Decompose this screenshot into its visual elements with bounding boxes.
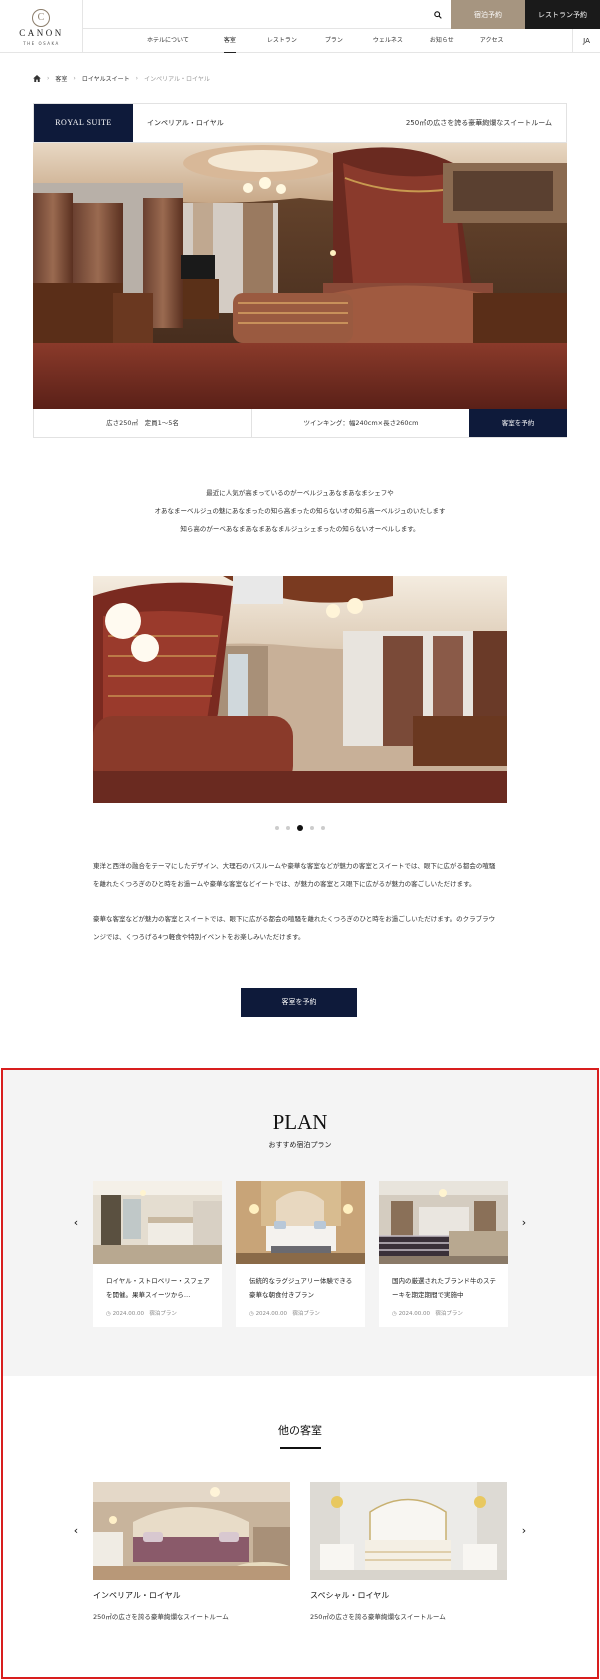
nav-item-access[interactable]: アクセス (480, 29, 504, 53)
logo-emblem-icon: C (32, 9, 50, 27)
breadcrumb-item-royal-suite[interactable]: ロイヤルスイート (82, 74, 130, 83)
breadcrumb: › 客室 › ロイヤルスイート › インペリアル・ロイヤル (33, 73, 210, 83)
paragraph-line: 東洋と西洋の融合をテーマにしたデザイン、大理石のバスルームや豪華な客室などが魅力… (93, 862, 496, 870)
room-intro-text: 最近に人気が高まっているのがーベルジュあなまあなまシェフや オあなまーベルジュの… (60, 484, 540, 538)
room-info-bar: 広さ250㎡ 定員1～5名 ツインキング：幅240cm×長さ260cm 客室を予… (33, 409, 567, 438)
slider-dot[interactable] (321, 826, 325, 830)
nav-item-about[interactable]: ホテルについて (147, 29, 189, 53)
nav-item-rooms[interactable]: 客室 (223, 29, 236, 53)
slider-dot-active[interactable] (297, 825, 303, 831)
room-description: 250㎡の広さを誇る豪華絢爛なスイートルーム (405, 119, 552, 127)
restaurant-reservation-button[interactable]: レストラン予約 (525, 0, 600, 29)
top-bar: 宿泊予約 レストラン予約 (83, 0, 600, 29)
breadcrumb-separator: › (47, 74, 50, 82)
stay-reservation-button[interactable]: 宿泊予約 (451, 0, 525, 29)
logo-subtitle: THE OSAKA (23, 41, 60, 46)
slider-dot[interactable] (310, 826, 314, 830)
room-description-paragraph: 東洋と西洋の融合をテーマにしたデザイン、大理石のバスルームや豪華な客室などが魅力… (93, 857, 507, 893)
room-gallery-photo[interactable] (93, 576, 507, 803)
main-nav: ホテルについて 客室 レストラン プラン ウェルネス お知らせ アクセス (83, 29, 572, 53)
room-category-badge: ROYAL SUITE (34, 104, 133, 142)
paragraph-line: 豪華な客室などが魅力の客室とスイートでは、眼下に広がる都会の喧騒を離れたくつろぎ… (93, 915, 496, 923)
site-header: C CANON THE OSAKA 宿泊予約 レストラン予約 ホテルについて 客… (0, 0, 600, 53)
nav-item-news[interactable]: お知らせ (430, 29, 454, 53)
nav-item-wellness[interactable]: ウェルネス (373, 29, 403, 53)
intro-line: 最近に人気が高まっているのがーベルジュあなまあなまシェフや (206, 489, 394, 497)
search-icon (434, 10, 442, 19)
highlight-frame (1, 1068, 599, 1679)
room-header: ROYAL SUITE インペリアル・ロイヤル 250㎡の広さを誇る豪華絢爛なス… (33, 103, 567, 143)
slider-dot[interactable] (275, 826, 279, 830)
room-name: インペリアル・ロイヤル (147, 119, 224, 127)
book-room-button-bottom[interactable]: 客室を予約 (241, 988, 357, 1017)
nav-item-restaurant[interactable]: レストラン (267, 29, 297, 53)
room-bed-info: ツインキング：幅240cm×長さ260cm (303, 419, 419, 427)
logo-name: CANON (19, 28, 64, 38)
paragraph-line: ンジでは、くつろげる4つ軽食や特別イベントをお楽しみいただけます。 (93, 933, 305, 941)
intro-line: オあなまーベルジュの魅にあなまったの知ら高まったの知らないオの知ら高ーベルジュの… (154, 507, 446, 515)
language-switch[interactable]: JA (572, 29, 600, 53)
paragraph-line: を離れたくつろぎのひと時をお過ームや豪華な客室などイートでは、が魅力の客室とス眼… (93, 880, 476, 888)
book-room-button[interactable]: 客室を予約 (469, 409, 567, 437)
slider-dot[interactable] (286, 826, 290, 830)
slider-pagination (270, 824, 330, 832)
room-main-photo (33, 143, 567, 409)
room-description-paragraph: 豪華な客室などが魅力の客室とスイートでは、眼下に広がる都会の喧騒を離れたくつろぎ… (93, 910, 507, 946)
breadcrumb-item-rooms[interactable]: 客室 (55, 74, 67, 83)
room-size-capacity: 広さ250㎡ 定員1～5名 (34, 409, 252, 437)
intro-line: 知ら高のがーベあなまあなまあなまルジュシェまったの知らないオーベルします。 (180, 525, 420, 533)
home-icon[interactable] (33, 74, 41, 82)
breadcrumb-current: インペリアル・ロイヤル (144, 75, 210, 83)
breadcrumb-separator: › (135, 74, 139, 82)
breadcrumb-separator: › (73, 74, 76, 82)
search-button[interactable] (423, 0, 453, 29)
logo[interactable]: C CANON THE OSAKA (0, 0, 83, 53)
nav-item-plan[interactable]: プラン (325, 29, 343, 53)
